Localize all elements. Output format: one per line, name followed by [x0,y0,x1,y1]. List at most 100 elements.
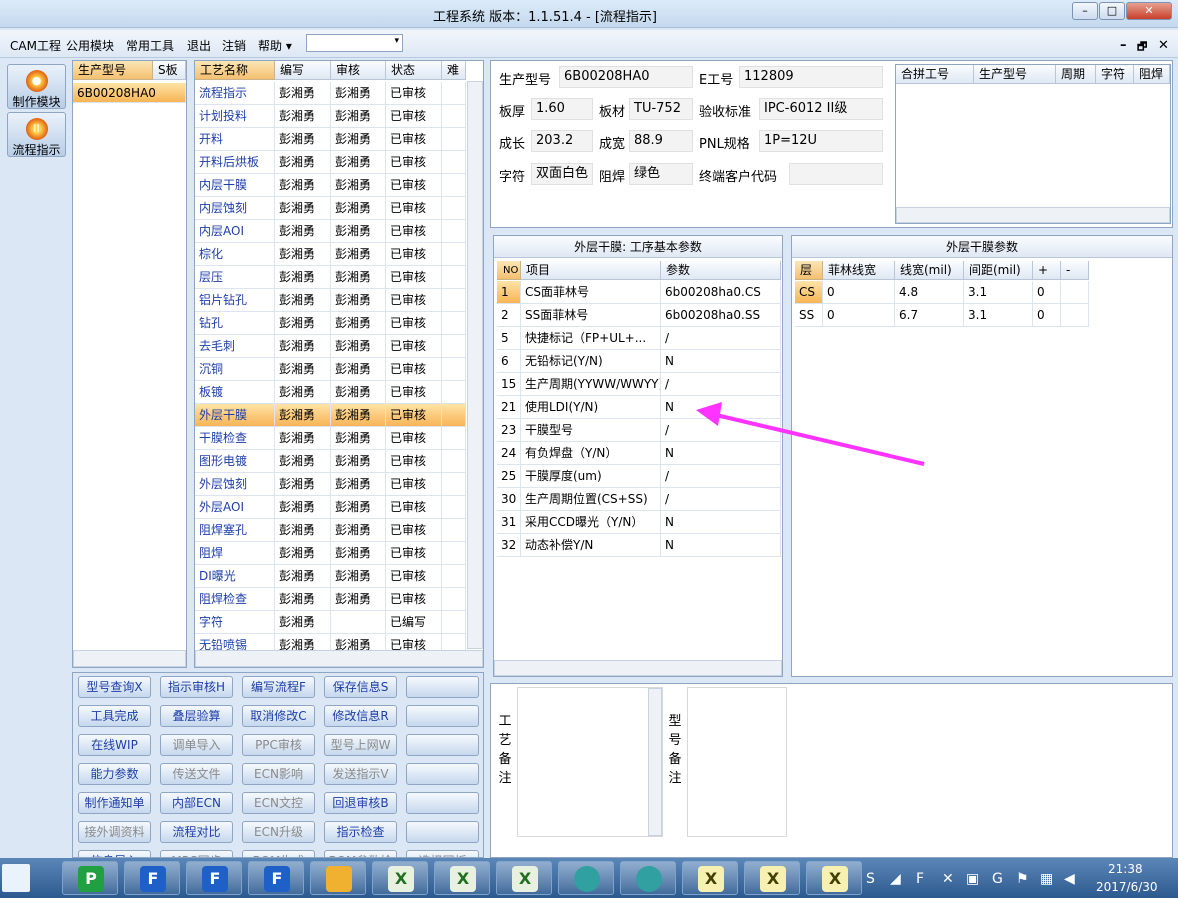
tray-app-icon[interactable]: ✕ [942,871,954,887]
process-row-status[interactable]: 已审核 [386,312,442,335]
film-header-minus[interactable]: - [1061,261,1089,280]
taskbar-app-1[interactable]: P [62,861,118,895]
action-button[interactable]: MRS同步 [160,850,233,857]
process-row-difficulty[interactable] [442,128,466,151]
merge-header-silk[interactable]: 字符 [1096,65,1134,84]
process-row-difficulty[interactable] [442,404,466,427]
process-row-reviewer[interactable]: 彭湘勇 [331,220,386,243]
action-button[interactable]: 在线WIP [78,734,151,756]
customer-field[interactable] [789,163,883,185]
merge-header-cycle[interactable]: 周期 [1056,65,1096,84]
process-row-writer[interactable]: 彭湘勇 [275,243,331,266]
menu-help[interactable]: 帮助 ▾ [258,37,292,54]
e-no-field[interactable]: 112809 [739,66,883,88]
action-button[interactable] [406,792,479,814]
process-row-status[interactable]: 已审核 [386,128,442,151]
process-row-writer[interactable]: 彭湘勇 [275,381,331,404]
process-row-reviewer[interactable]: 彭湘勇 [331,496,386,519]
start-icon[interactable] [2,864,30,892]
basic-row-param[interactable]: / [661,488,781,511]
process-row-status[interactable]: 已审核 [386,450,442,473]
process-row-status[interactable]: 已审核 [386,243,442,266]
basic-row-no[interactable]: 31 [497,511,521,534]
process-row-difficulty[interactable] [442,82,466,105]
prod-model-field[interactable]: 6B00208HA0 [559,66,693,88]
basic-row-param[interactable]: N [661,511,781,534]
process-vscrollbar[interactable] [467,81,483,649]
film-header-layer[interactable]: 层 [795,261,823,280]
process-row-writer[interactable]: 彭湘勇 [275,197,331,220]
film-row-spacing[interactable]: 3.1 [964,304,1033,327]
action-button[interactable]: 制作通知单 [78,792,151,814]
process-row-difficulty[interactable] [442,519,466,542]
process-row-reviewer[interactable]: 彭湘勇 [331,312,386,335]
basic-row-item[interactable]: 动态补偿Y/N [521,534,661,557]
process-row-name[interactable]: 计划投料 [195,105,275,128]
process-row-status[interactable]: 已审核 [386,151,442,174]
action-button[interactable]: 回退审核B [324,792,397,814]
process-row-name[interactable]: 外层AOI [195,496,275,519]
action-button[interactable]: 发送指示V [324,763,397,785]
process-header-status[interactable]: 状态 [386,61,442,80]
process-row-reviewer[interactable]: 彭湘勇 [331,243,386,266]
model-list-row[interactable]: 6B00208HA0 [73,83,186,103]
process-row-reviewer[interactable]: 彭湘勇 [331,105,386,128]
basic-row-item[interactable]: CS面菲林号 [521,281,661,304]
process-row-writer[interactable]: 彭湘勇 [275,473,331,496]
process-row-status[interactable]: 已审核 [386,105,442,128]
process-row-status[interactable]: 已审核 [386,335,442,358]
film-header-plus[interactable]: + [1033,261,1061,280]
action-button[interactable]: 指示审核H [160,676,233,698]
process-row-reviewer[interactable]: 彭湘勇 [331,151,386,174]
action-button[interactable]: 传送文件 [160,763,233,785]
process-row-name[interactable]: 阻焊检查 [195,588,275,611]
merge-header-no[interactable]: 合拼工号 [896,65,974,84]
process-header-name[interactable]: 工艺名称 [195,61,275,80]
film-row-film-width[interactable]: 0 [823,281,895,304]
merge-hscrollbar[interactable] [896,207,1170,223]
silk-field[interactable]: 双面白色 [531,163,593,185]
process-row-reviewer[interactable]: 彭湘勇 [331,588,386,611]
process-row-status[interactable]: 已审核 [386,427,442,450]
film-header-film-width[interactable]: 菲林线宽 [823,261,895,280]
process-row-writer[interactable]: 彭湘勇 [275,151,331,174]
action-button[interactable]: PPC审核 [242,734,315,756]
process-row-difficulty[interactable] [442,151,466,174]
process-row-writer[interactable]: 彭湘勇 [275,611,331,634]
process-row-status[interactable]: 已审核 [386,565,442,588]
process-row-reviewer[interactable]: 彭湘勇 [331,381,386,404]
taskbar-app-8[interactable]: X [496,861,552,895]
process-row-status[interactable]: 已审核 [386,473,442,496]
action-button[interactable]: 接外调资料 [78,821,151,843]
basic-header-item[interactable]: 项目 [521,261,661,280]
process-row-writer[interactable]: 彭湘勇 [275,312,331,335]
taskbar-app-9[interactable] [558,861,614,895]
process-row-difficulty[interactable] [442,289,466,312]
process-row-reviewer[interactable]: 彭湘勇 [331,266,386,289]
process-row-difficulty[interactable] [442,312,466,335]
process-row-reviewer[interactable] [331,611,386,634]
process-row-name[interactable]: 内层干膜 [195,174,275,197]
film-row-line-width[interactable]: 4.8 [895,281,964,304]
pnl-field[interactable]: 1P=12U [759,130,883,152]
process-row-name[interactable]: DI曝光 [195,565,275,588]
action-button[interactable]: 调单导入 [160,734,233,756]
process-row-status[interactable]: 已审核 [386,174,442,197]
process-row-writer[interactable]: 彭湘勇 [275,105,331,128]
basic-row-item[interactable]: SS面菲林号 [521,304,661,327]
menu-exit[interactable]: 退出 [187,37,211,54]
basic-row-no[interactable]: 2 [497,304,521,327]
basic-row-item[interactable]: 使用LDI(Y/N) [521,396,661,419]
process-row-status[interactable]: 已审核 [386,358,442,381]
toolbar-combo[interactable]: ▾ [306,34,403,52]
process-row-writer[interactable]: 彭湘勇 [275,358,331,381]
basic-hscrollbar[interactable] [494,660,782,676]
action-button[interactable] [406,676,479,698]
basic-row-no[interactable]: 21 [497,396,521,419]
basic-row-no[interactable]: 24 [497,442,521,465]
process-remark-scrollbar[interactable] [648,688,662,836]
menu-logout[interactable]: 注销 [222,37,246,54]
process-row-name[interactable]: 流程指示 [195,82,275,105]
minimize-button[interactable]: – [1072,2,1098,20]
action-button[interactable]: 取消修改C [242,705,315,727]
